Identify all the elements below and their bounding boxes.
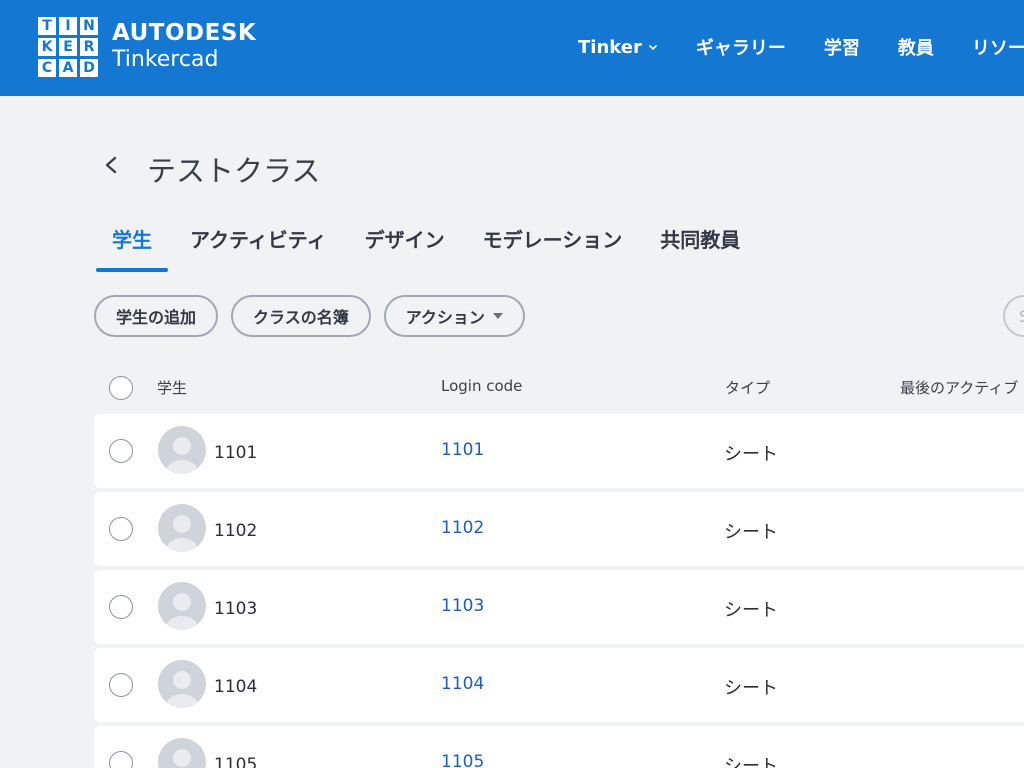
student-type: シート [724,600,778,621]
class-tabs: 学生 アクティビティ デザイン モデレーション 共同教員 [96,224,756,274]
table-row[interactable]: 1102 1102 シート [94,492,1024,566]
add-student-label: 学生の追加 [116,308,197,327]
avatar [158,504,206,552]
student-type: シート [724,444,778,465]
search-placeholder: S [1019,307,1024,326]
student-type: シート [724,678,778,699]
nav-gallery-label: ギャラリー [695,38,786,59]
column-header-login-code[interactable]: Login code [441,377,522,395]
user-icon [166,515,198,552]
user-icon [166,437,198,474]
logo-letter: N [80,17,98,35]
student-type: シート [724,522,778,543]
select-all-checkbox[interactable] [109,376,133,400]
brand-tinkercad: Tinkercad [112,47,219,72]
chevron-down-icon [648,44,657,51]
search-input[interactable]: S [1003,295,1024,337]
nav-gallery[interactable]: ギャラリー [696,34,786,60]
logo-letter: E [59,38,77,56]
login-code-link[interactable]: 1101 [441,440,484,460]
column-header-type[interactable]: タイプ [725,377,770,398]
column-header-last-active[interactable]: 最後のアクティブ [900,377,1018,398]
logo-letter: I [59,17,77,35]
student-name: 1101 [214,443,258,463]
user-icon [173,749,191,767]
login-code-link[interactable]: 1104 [441,674,484,694]
tinkercad-logo[interactable]: T I N K E R C A D [38,17,98,77]
logo-letter: D [80,59,98,77]
actions-label: アクション [405,308,485,327]
caret-down-icon [492,313,503,319]
logo-letter: R [80,38,98,56]
row-checkbox[interactable] [109,751,133,768]
nav-teachers-label: 教員 [897,38,934,59]
class-roster-label: クラスの名簿 [253,308,349,327]
class-roster-button[interactable]: クラスの名簿 [231,295,371,337]
brand-autodesk: AUTODESK [112,20,257,46]
user-icon [166,671,198,708]
avatar [158,582,206,630]
tab-co-teachers[interactable]: 共同教員 [644,224,756,272]
tab-moderation[interactable]: モデレーション [467,224,639,272]
student-name: 1103 [214,599,258,619]
row-checkbox[interactable] [109,595,133,619]
column-header-student[interactable]: 学生 [157,377,187,398]
tab-designs[interactable]: デザイン [349,224,461,272]
logo-letter: C [38,59,56,77]
page-title: テストクラス [147,154,321,188]
row-checkbox[interactable] [109,439,133,463]
nav-learn[interactable]: 学習 [824,34,860,60]
add-student-button[interactable]: 学生の追加 [94,295,219,337]
logo-letter: T [38,17,56,35]
table-header: 学生 Login code タイプ 最後のアクティブ [94,362,1024,410]
main-nav: Tinker ギャラリー 学習 教員 リソー [578,34,1024,60]
nav-teachers[interactable]: 教員 [898,34,934,60]
student-name: 1102 [214,521,258,541]
avatar [158,426,206,474]
actions-dropdown-button[interactable]: アクション [383,295,525,337]
table-row[interactable]: 1101 1101 シート [94,414,1024,488]
login-code-link[interactable]: 1102 [441,518,484,538]
logo-letter: K [38,38,56,56]
tab-activity[interactable]: アクティビティ [174,224,343,272]
tab-students[interactable]: 学生 [96,224,168,272]
nav-resources[interactable]: リソー [972,34,1024,60]
logo-letter: A [59,59,77,77]
chevron-left-icon[interactable] [101,154,121,176]
table-row[interactable]: 1103 1103 シート [94,570,1024,644]
table-row[interactable]: 1105 1105 シート [94,726,1024,768]
row-checkbox[interactable] [109,673,133,697]
login-code-link[interactable]: 1103 [441,596,484,616]
action-buttons: 学生の追加 クラスの名簿 アクション [94,295,525,337]
student-name: 1105 [214,755,258,768]
nav-tinker[interactable]: Tinker [578,37,658,58]
student-type: シート [724,756,778,768]
login-code-link[interactable]: 1105 [441,752,484,768]
row-checkbox[interactable] [109,517,133,541]
top-navigation-bar: T I N K E R C A D AUTODESK Tinkercad Tin… [0,0,1024,96]
table-row[interactable]: 1104 1104 シート [94,648,1024,722]
nav-learn-label: 学習 [823,38,860,59]
nav-resources-label: リソー [971,38,1024,59]
avatar [158,738,206,768]
avatar [158,660,206,708]
nav-tinker-label: Tinker [578,36,642,58]
user-icon [166,593,198,630]
student-name: 1104 [214,677,258,697]
